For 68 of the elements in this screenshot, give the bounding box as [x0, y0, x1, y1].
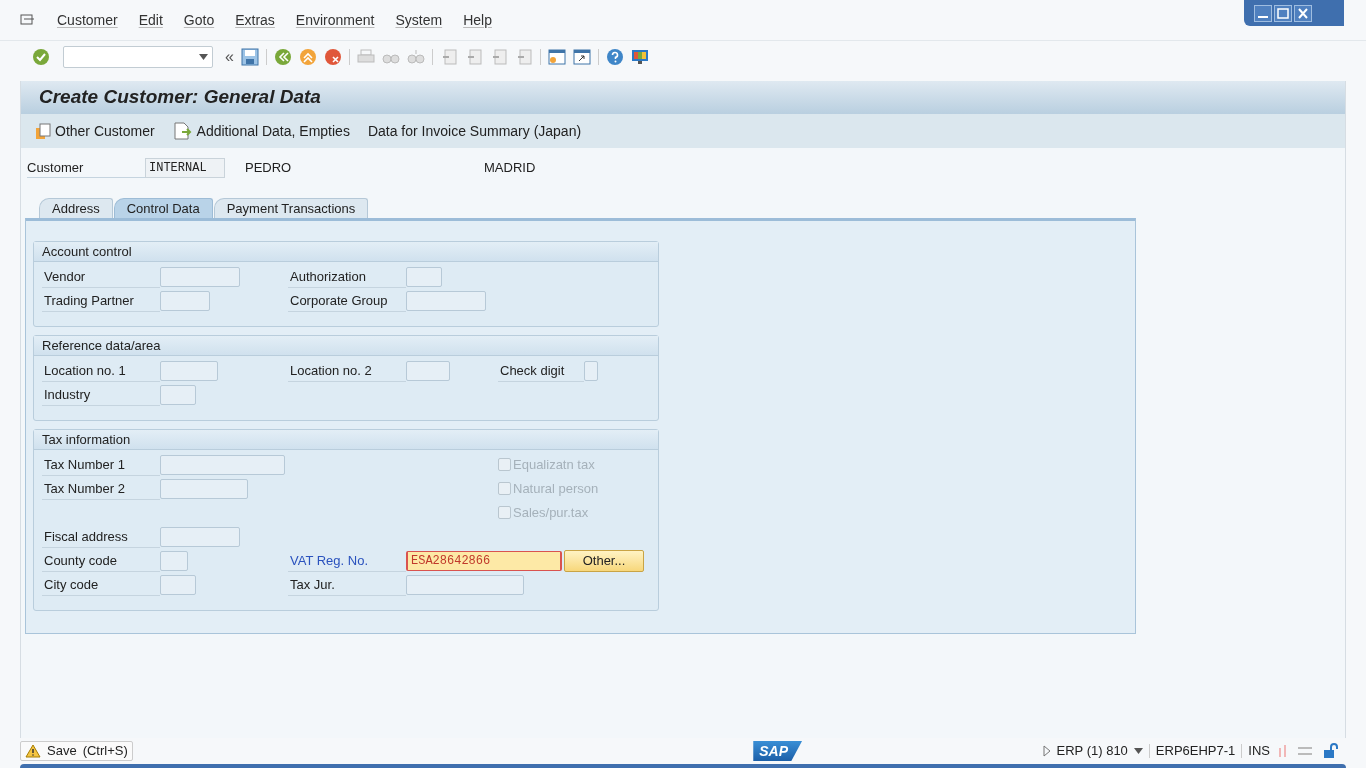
new-window-icon[interactable] [547, 47, 566, 66]
back-icon[interactable] [273, 47, 292, 66]
tab[interactable]: Control Data [113, 198, 213, 218]
group-title: Account control [42, 242, 132, 261]
warning-icon [25, 744, 41, 758]
toolbar-button[interactable]: Additional Data, Empties [172, 120, 350, 142]
menu-item[interactable]: Goto [183, 9, 215, 31]
input-field[interactable] [160, 290, 210, 311]
dropdown-icon[interactable] [1133, 748, 1143, 754]
document-stack-icon [35, 122, 53, 140]
customer-field: INTERNAL [145, 158, 225, 178]
toolbar-button[interactable]: Other Customer [35, 120, 155, 142]
help-icon[interactable] [605, 47, 624, 66]
group-title: Tax information [42, 430, 131, 449]
input-field[interactable] [406, 360, 450, 381]
sap-logo: SAP [753, 741, 803, 761]
cancel-icon[interactable] [323, 47, 342, 66]
command-field[interactable] [63, 45, 213, 68]
status-shortcut: (Ctrl+S) [82, 742, 128, 761]
lock-icon[interactable] [1322, 743, 1340, 759]
input-field[interactable] [406, 290, 486, 311]
other-button[interactable]: Other... [564, 549, 644, 572]
save-icon[interactable] [240, 47, 259, 66]
group-title: Reference data/area [42, 336, 161, 355]
input-field[interactable] [160, 574, 196, 595]
dropdown-icon[interactable] [199, 53, 208, 60]
input-field[interactable] [160, 478, 248, 499]
search-next-icon[interactable] [406, 47, 425, 66]
checkbox-label: Sales/pur.tax [513, 503, 589, 522]
input-field[interactable] [160, 454, 285, 475]
input-field[interactable] [160, 384, 196, 405]
input-field[interactable]: ESA28642866 [406, 550, 562, 571]
checkbox-label: Equalizatn tax [513, 455, 595, 474]
input-field[interactable] [160, 550, 188, 571]
print-icon[interactable] [356, 47, 375, 66]
menu-item[interactable]: Environment [295, 9, 375, 31]
input-field[interactable] [160, 266, 240, 287]
input-field[interactable] [160, 360, 218, 381]
status-text: Save [47, 742, 77, 761]
system-info: ERP (1) 810 [1056, 742, 1128, 761]
menu-item[interactable]: System [395, 9, 443, 31]
customer-city: MADRID [484, 159, 536, 178]
checkbox-label: Natural person [513, 479, 599, 498]
menu-item[interactable]: Help [463, 9, 492, 31]
menu-item[interactable]: Edit [138, 9, 163, 31]
tab[interactable]: Payment Transactions [213, 198, 369, 218]
menu-icon[interactable] [20, 13, 36, 27]
up-icon[interactable] [298, 47, 317, 66]
input-field[interactable] [584, 360, 598, 381]
minimize-icon[interactable] [1254, 4, 1272, 22]
server-info: ERP6EHP7-1 [1155, 742, 1236, 761]
maximize-icon[interactable] [1274, 4, 1292, 22]
input-field[interactable] [160, 526, 240, 547]
toolbar-button[interactable]: Data for Invoice Summary (Japan) [367, 120, 582, 142]
shortcut-icon[interactable] [572, 47, 591, 66]
menu-item[interactable]: Customer [57, 9, 118, 31]
insert-mode: INS [1248, 742, 1270, 761]
input-field[interactable] [406, 266, 442, 287]
customer-name: PEDRO [245, 159, 293, 178]
check-icon[interactable] [32, 47, 50, 66]
collapse-toggle[interactable]: « [225, 44, 234, 69]
menu-item[interactable]: Extras [235, 9, 275, 31]
tab[interactable]: Address [39, 198, 113, 218]
input-field[interactable] [406, 574, 524, 595]
screen-title: Create Customer: General Data [39, 85, 321, 110]
expand-icon[interactable] [1042, 745, 1051, 757]
close-icon[interactable] [1294, 4, 1312, 22]
monitor-icon[interactable] [630, 47, 649, 66]
